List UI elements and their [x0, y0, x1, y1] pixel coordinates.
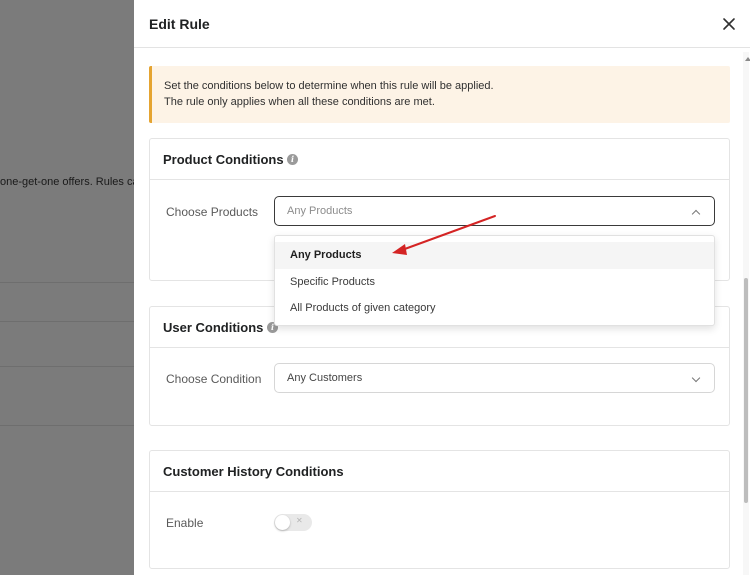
- chevron-up-icon: [691, 209, 701, 219]
- background-description: one-get-one offers. Rules ca: [0, 176, 134, 188]
- chevron-down-icon: [691, 373, 701, 383]
- toggle-off-icon: ✕: [296, 516, 303, 525]
- scroll-up-icon[interactable]: [745, 57, 750, 61]
- enable-toggle[interactable]: ✕: [274, 514, 312, 531]
- background-divider: [0, 366, 134, 367]
- choose-condition-select[interactable]: Any Customers: [274, 363, 715, 393]
- card-header: Product Conditions i: [150, 139, 729, 180]
- dropdown-option-category-products[interactable]: All Products of given category: [275, 295, 714, 322]
- choose-condition-label: Choose Condition: [166, 372, 262, 386]
- customer-history-title: Customer History Conditions: [163, 464, 344, 479]
- background-divider: [0, 425, 134, 426]
- products-dropdown-menu: Any Products Specific Products All Produ…: [274, 235, 715, 326]
- info-notice: Set the conditions below to determine wh…: [149, 66, 730, 123]
- customer-history-card: Customer History Conditions Enable ✕: [149, 450, 730, 569]
- notice-line-2: The rule only applies when all these con…: [164, 96, 435, 108]
- page-overlay[interactable]: one-get-one offers. Rules ca: [0, 0, 134, 575]
- background-divider: [0, 321, 134, 322]
- toggle-knob: [275, 515, 290, 530]
- drawer-header: Edit Rule: [134, 0, 750, 48]
- close-icon[interactable]: [720, 15, 738, 33]
- dropdown-option-any-products[interactable]: Any Products: [275, 242, 714, 269]
- dropdown-option-specific-products[interactable]: Specific Products: [275, 269, 714, 296]
- enable-label: Enable: [166, 516, 204, 530]
- scrollbar-thumb[interactable]: [744, 278, 748, 503]
- user-conditions-title: User Conditions: [163, 320, 264, 335]
- background-divider: [0, 282, 134, 283]
- product-conditions-title: Product Conditions: [163, 152, 284, 167]
- select-value: Any Customers: [287, 372, 363, 384]
- choose-products-label: Choose Products: [166, 205, 259, 219]
- choose-products-select[interactable]: Any Products: [274, 196, 715, 226]
- notice-line-1: Set the conditions below to determine wh…: [164, 80, 494, 92]
- card-header: Customer History Conditions: [150, 451, 729, 492]
- info-icon[interactable]: i: [287, 154, 298, 165]
- select-placeholder: Any Products: [287, 205, 353, 217]
- drawer-title: Edit Rule: [149, 16, 210, 32]
